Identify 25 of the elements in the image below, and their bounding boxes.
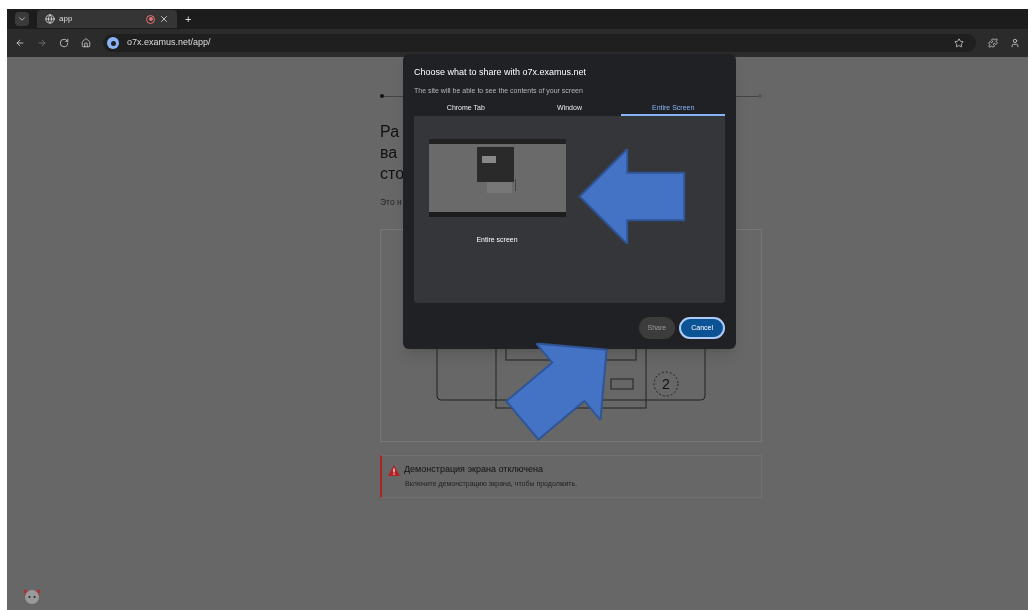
chevron-down-icon [17, 14, 27, 24]
heading-text: Ра [380, 122, 400, 142]
forward-icon[interactable] [37, 38, 47, 48]
site-icon [107, 37, 119, 49]
extensions-icon[interactable] [988, 38, 998, 48]
address-bar[interactable]: o7x.examus.net/app/ [103, 34, 976, 52]
reload-icon[interactable] [59, 38, 69, 48]
tab-title: app [59, 13, 74, 25]
dialog-title: Choose what to share with o7x.examus.net [414, 66, 587, 79]
profile-icon[interactable] [1010, 38, 1020, 48]
globe-icon [45, 14, 55, 24]
heading-text: ва [380, 143, 398, 163]
home-icon[interactable] [81, 38, 91, 48]
close-icon[interactable] [159, 14, 169, 24]
browser-tab[interactable]: app [37, 10, 177, 28]
new-tab-button[interactable]: + [185, 10, 192, 28]
mascot-icon [22, 587, 42, 604]
url-text: o7x.examus.net/app/ [127, 36, 211, 50]
warning-icon [388, 464, 400, 476]
step-number: 2 [662, 375, 670, 392]
back-icon[interactable] [15, 38, 25, 48]
star-icon[interactable] [954, 38, 964, 48]
tab-search-button[interactable] [15, 12, 29, 26]
alert-title: Демонстрация экрана отключена [404, 463, 543, 477]
heading-text: сто [380, 164, 405, 184]
